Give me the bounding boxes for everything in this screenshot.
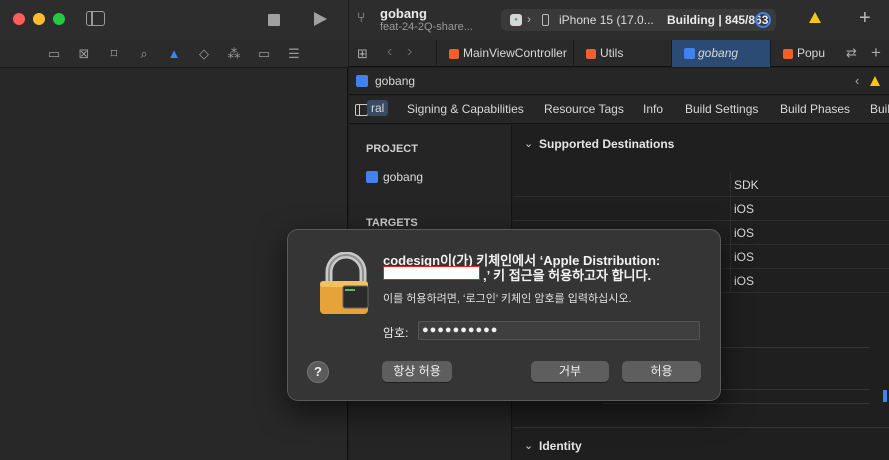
project-file-icon [366, 171, 378, 183]
identity-title: Identity [539, 439, 582, 453]
redacted-certificate-name [383, 266, 480, 280]
tab-label: Popu [797, 46, 826, 60]
jump-bar: gobang ‹ [349, 68, 889, 95]
tab-build-rules[interactable]: Buil [870, 102, 889, 116]
sdk-cell: iOS [734, 202, 755, 216]
tab-label: Utils [600, 46, 624, 60]
activity-view[interactable]: ● › iPhone 15 (17.0... Building | 845/86… [501, 9, 776, 31]
swift-file-icon [586, 49, 596, 59]
sidebar-toggle-icon[interactable] [86, 11, 105, 26]
window-toolbar: ⑂ gobang feat-24-2Q-share... ● › iPhone … [349, 0, 889, 40]
tab-mainviewcontroller[interactable]: MainViewController [436, 40, 573, 67]
stop-icon[interactable] [268, 14, 280, 26]
debug-icon[interactable]: ⁂ [226, 46, 242, 62]
project-file-icon [684, 48, 695, 59]
targets-header: TARGETS [366, 217, 418, 229]
settings-tab-bar: ral Signing & Capabilities Resource Tags… [349, 96, 889, 124]
project-file-icon [356, 75, 368, 87]
supported-destinations-title: Supported Destinations [539, 137, 675, 151]
tab-gobang[interactable]: gobang [671, 40, 770, 67]
project-item-label: gobang [383, 170, 424, 184]
sdk-cell: iOS [734, 274, 755, 288]
swift-file-icon [449, 49, 459, 59]
navigator-selector-bar: ▭ ⊠ ⌑ ⌕ ▲ ◇ ⁂ ▭ ☰ [0, 40, 348, 68]
iphone-icon [542, 14, 549, 26]
sdk-cell: iOS [734, 226, 755, 240]
minimize-window-button[interactable] [33, 13, 45, 25]
issue-icon[interactable]: ▲ [166, 46, 182, 62]
editor-tab-bar: ⊞ ‹ › MainViewController Utils gobang Po… [349, 40, 889, 67]
help-button[interactable]: ? [307, 361, 329, 383]
chevron-right-icon: › [527, 12, 531, 26]
source-control-icon[interactable]: ⊠ [76, 46, 92, 62]
scheme-icon[interactable]: ● [510, 14, 522, 26]
project-header: PROJECT [366, 143, 418, 155]
run-icon[interactable] [314, 12, 327, 26]
project-name[interactable]: gobang [380, 6, 427, 21]
window-toolbar-left [0, 0, 348, 40]
tab-signing[interactable]: Signing & Capabilities [407, 102, 524, 116]
always-allow-button[interactable]: 항상 허용 [382, 361, 452, 382]
tab-build-phases[interactable]: Build Phases [780, 102, 850, 116]
close-window-button[interactable] [13, 13, 25, 25]
sdk-cell: iOS [734, 250, 755, 264]
tab-general[interactable]: ral [367, 100, 389, 116]
chevron-left-icon[interactable]: ‹ [855, 73, 859, 88]
branch-name[interactable]: feat-24-2Q-share... [380, 21, 473, 33]
tab-label: MainViewController [463, 46, 567, 60]
breakpoint-icon[interactable]: ▭ [256, 46, 272, 62]
report-icon[interactable]: ☰ [286, 46, 302, 62]
chevron-down-icon[interactable]: ⌄ [524, 439, 533, 452]
project-item-gobang[interactable]: gobang [366, 170, 423, 184]
tab-build-settings[interactable]: Build Settings [685, 102, 758, 116]
chevron-down-icon[interactable]: ⌄ [524, 137, 533, 150]
tab-popup[interactable]: Popu [770, 40, 840, 67]
bookmark-icon[interactable]: ⌑ [106, 46, 122, 62]
selection-indicator [883, 390, 887, 402]
password-label: 암호: [383, 326, 409, 340]
deny-button[interactable]: 거부 [531, 361, 609, 382]
password-field[interactable]: ●●●●●●●●●● [418, 321, 700, 340]
dialog-title-line2: ,’ 키 접근을 허용하고자 합니다. [483, 268, 652, 283]
warning-icon[interactable] [870, 76, 880, 86]
divider [513, 427, 889, 428]
forward-icon[interactable]: › [407, 43, 412, 61]
tab-info[interactable]: Info [643, 102, 663, 116]
add-editor-icon[interactable]: + [871, 43, 881, 63]
table-header: SDK [513, 173, 889, 197]
divider [603, 403, 869, 404]
allow-button[interactable]: 허용 [622, 361, 701, 382]
build-progress-icon [755, 12, 771, 28]
branch-icon: ⑂ [357, 9, 366, 25]
find-icon[interactable]: ⌕ [136, 46, 152, 62]
dialog-message: 이를 허용하려면, ‘로그인’ 키체인 암호를 입력하십시오. [383, 293, 632, 305]
swift-file-icon [783, 49, 793, 59]
tab-utils[interactable]: Utils [573, 40, 671, 67]
swap-icon[interactable]: ⇄ [846, 45, 857, 61]
back-icon[interactable]: ‹ [387, 43, 392, 61]
zoom-window-button[interactable] [53, 13, 65, 25]
folder-icon[interactable]: ▭ [46, 46, 62, 62]
tab-label: gobang [698, 46, 739, 60]
warning-icon[interactable] [809, 12, 821, 23]
build-status: Building | 845/863 [667, 13, 769, 27]
column-divider [730, 173, 731, 293]
table-row[interactable]: iOS [513, 197, 889, 221]
lock-icon [320, 252, 369, 314]
related-items-icon[interactable]: ⊞ [357, 46, 368, 62]
keychain-access-dialog: codesign이(가) 키체인에서 ‘Apple Distribution: … [287, 229, 721, 401]
tab-resource-tags[interactable]: Resource Tags [544, 102, 624, 116]
sdk-column-header: SDK [734, 178, 759, 192]
test-icon[interactable]: ◇ [196, 46, 212, 62]
run-destination[interactable]: iPhone 15 (17.0... [559, 13, 654, 27]
add-icon[interactable]: + [859, 7, 871, 30]
jump-bar-item[interactable]: gobang [375, 74, 415, 88]
